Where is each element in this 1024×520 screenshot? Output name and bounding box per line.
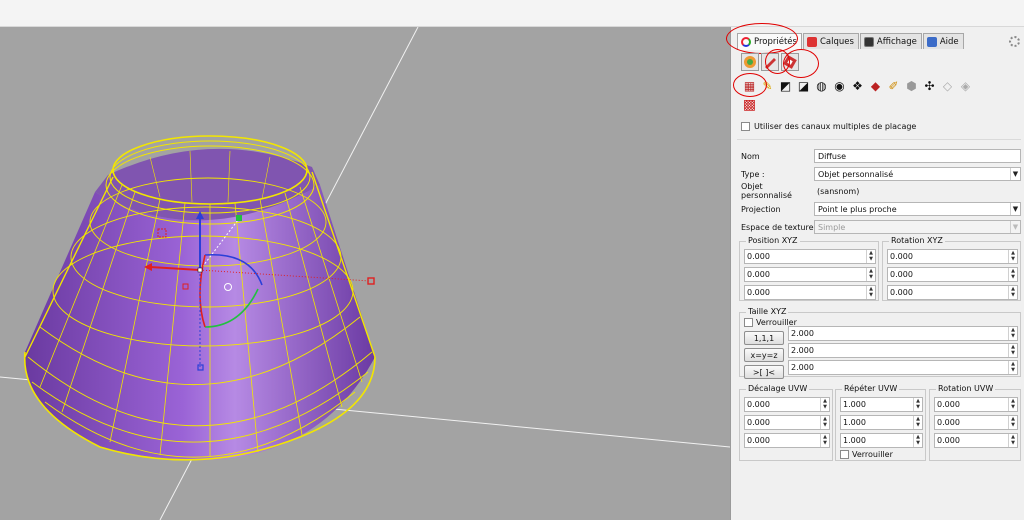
rotation-y-input[interactable]: 0.000 ▲ ▼ [887,267,1018,282]
mapping-tool-icons: ▦ ✎ ◩ ◪ ◍ ◉ ❖ ◆ ✐ ⬢ ✣ ◇ ◈ [741,78,974,95]
properties-panel: Propriétés Calques Affichage Aide ▦ ✎ ◩ … [726,23,1024,520]
tab-affichage[interactable]: Affichage [859,33,922,49]
rotation-uvw-group: Rotation UVW 0.000 ▲ ▼ 0.000 ▲ ▼ 0.000 ▲ ▼ [929,384,1021,461]
gear-icon[interactable] [1009,36,1020,47]
box-icon[interactable]: ◪ [795,78,812,95]
capped-icon[interactable]: ◆ [867,78,884,95]
rotation-x-input[interactable]: 0.000 ▲ ▼ [887,249,1018,264]
spherical-icon[interactable]: ◉ [831,78,848,95]
help-icon [926,36,937,47]
position-y-input[interactable]: 0.000 ▲ ▼ [744,267,876,282]
chevron-down-icon: ▼ [1010,203,1020,215]
taille-y-input[interactable]: 2.000 ▲ ▼ [788,343,1018,358]
plane-icon[interactable]: ◇ [939,78,956,95]
repeter-w-input[interactable]: 1.000 ▲ ▼ [840,433,923,448]
rotation-group: Rotation XYZ 0.000 ▲ ▼ 0.000 ▲ ▼ 0.000 ▲ ▼ [882,236,1021,301]
taille-x-input[interactable]: 2.000 ▲ ▼ [788,326,1018,341]
shape-icon[interactable]: ⬢ [903,78,920,95]
tab-calques[interactable]: Calques [802,33,859,49]
rotation-w-input[interactable]: 0.000 ▲ ▼ [934,433,1018,448]
perspective-viewport[interactable] [0,27,730,520]
material-icon[interactable] [741,53,759,71]
repeter-lock-checkbox[interactable] [840,450,849,459]
repeter-group: Répéter UVW 1.000 ▲ ▼ 1.000 ▲ ▼ 1.000 ▲ ▼ Verr… [835,384,926,461]
multi-channel-row: Utiliser des canaux multiples de placage [741,118,1021,134]
fit-button[interactable]: >[ ]< [744,365,784,379]
unwrap-icon[interactable]: ◈ [957,78,974,95]
espace-select[interactable]: Simple ▼ [814,220,1021,234]
top-toolbar [0,0,1024,27]
annotation-circle-mapping [783,49,819,78]
cylindrical-icon[interactable]: ◍ [813,78,830,95]
projection-select[interactable]: Point le plus proche ▼ [814,202,1021,216]
decalage-w-input[interactable]: 0.000 ▲ ▼ [744,433,830,448]
viewport-canvas [0,27,730,520]
divider [737,139,1021,140]
tab-aide[interactable]: Aide [922,33,964,49]
checker-icon[interactable]: ▩ [741,97,758,114]
repeter-v-input[interactable]: 1.000 ▲ ▼ [840,415,923,430]
taille-lock-checkbox[interactable] [744,318,753,327]
position-group: Position XYZ 0.000 ▲ ▼ 0.000 ▲ ▼ 0.000 ▲ ▼ [739,236,879,301]
position-x-input[interactable]: 0.000 ▲ ▼ [744,249,876,264]
type-row: Type : Objet personnalisé ▼ [741,166,1021,182]
nom-input[interactable]: Diffuse [814,149,1021,163]
projection-row: Projection Point le plus proche ▼ [741,201,1021,217]
taille-group: Taille XYZ Verrouiller 1,1,1 x=y=z >[ ]<… [739,307,1021,379]
annotation-circle-tab [726,23,798,54]
nom-row: Nom Diffuse [741,148,1021,164]
xyz-equal-button[interactable]: x=y=z [744,348,784,362]
decalage-group: Décalage UVW 0.000 ▲ ▼ 0.000 ▲ ▼ 0.000 ▲ ▼ [739,384,833,461]
display-icon [863,36,874,47]
type-select[interactable]: Objet personnalisé ▼ [814,167,1021,181]
decalage-v-input[interactable]: 0.000 ▲ ▼ [744,415,830,430]
repeter-u-input[interactable]: 1.000 ▲ ▼ [840,397,923,412]
chevron-down-icon: ▼ [1010,221,1020,233]
rotation-z-input[interactable]: 0.000 ▲ ▼ [887,285,1018,300]
decalage-u-input[interactable]: 0.000 ▲ ▼ [744,397,830,412]
annotation-circle-custom [733,73,767,97]
axes-icon[interactable]: ✣ [921,78,938,95]
rotation-v-input[interactable]: 0.000 ▲ ▼ [934,415,1018,430]
chevron-down-icon: ▼ [1010,168,1020,180]
multi-channel-checkbox[interactable] [741,121,750,131]
repeter-lock-row: Verrouiller [840,450,893,459]
objet-row: Objet personnalisé (sansnom) [741,182,860,200]
layers-icon [806,36,817,47]
position-z-input[interactable]: 0.000 ▲ ▼ [744,285,876,300]
espace-row: Espace de texture Simple ▼ [741,219,1021,235]
brush-icon[interactable]: ✐ [885,78,902,95]
taille-z-input[interactable]: 2.000 ▲ ▼ [788,360,1018,375]
planar-icon[interactable]: ◩ [777,78,794,95]
rotation-u-input[interactable]: 0.000 ▲ ▼ [934,397,1018,412]
surface-icon[interactable]: ❖ [849,78,866,95]
uniform-1-button[interactable]: 1,1,1 [744,331,784,345]
